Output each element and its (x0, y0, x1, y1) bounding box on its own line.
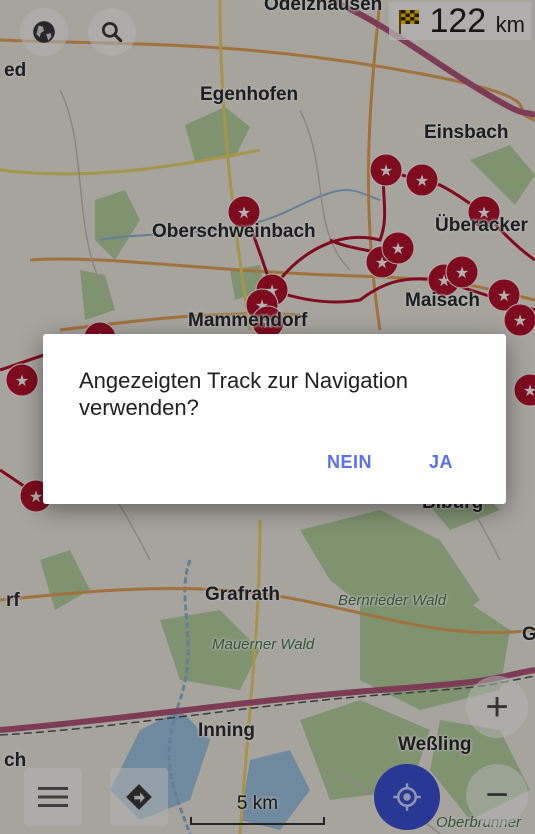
no-button[interactable]: NEIN (327, 452, 372, 473)
yes-button[interactable]: JA (429, 452, 453, 473)
dialog-message: Angezeigten Track zur Navigation verwend… (79, 368, 408, 420)
confirm-dialog: Angezeigten Track zur Navigation verwend… (43, 334, 506, 504)
